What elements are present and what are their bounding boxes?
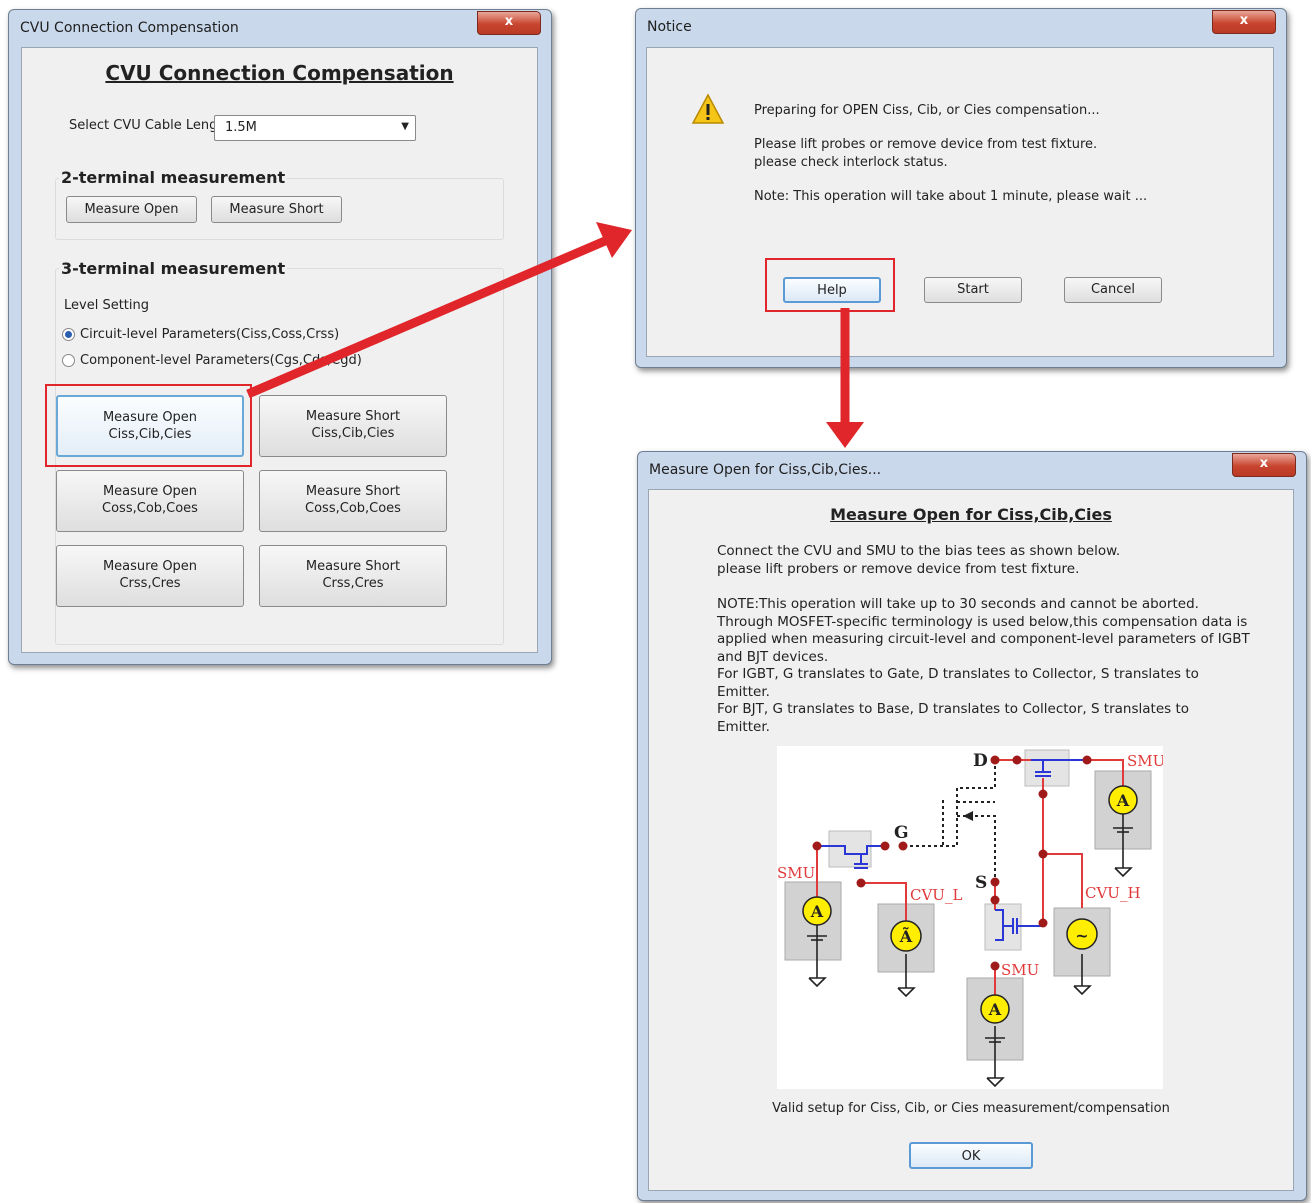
note-line: For BJT, G translates to Base, D transla… [717, 701, 1190, 717]
notice-window: Notice x Preparing for OPEN Ciss, Cib, o… [635, 8, 1287, 368]
highlight-open-ciss [45, 384, 252, 467]
two-terminal-header: 2-terminal measurement [59, 168, 288, 187]
measure-short-ciss-button[interactable]: Measure Short Ciss,Cib,Cies [259, 395, 447, 457]
cancel-button[interactable]: Cancel [1064, 277, 1162, 303]
instructions-paragraph: Connect the CVU and SMU to the bias tees… [717, 543, 1120, 578]
ammeter-label: A [988, 1000, 1002, 1019]
window-title: Measure Open for Ciss,Cib,Cies... [649, 462, 882, 478]
cable-length-label: Select CVU Cable Length [69, 118, 231, 133]
radio-component-level[interactable]: Component-level Parameters(Cgs,Cds,Cgd) [62, 353, 362, 368]
start-button[interactable]: Start [924, 277, 1022, 303]
ac-source-label: ~ [1075, 926, 1088, 945]
button-line-1: Measure Short [305, 559, 401, 574]
cable-length-select[interactable]: 1.5M ▼ [214, 115, 416, 141]
notice-line-3: please check interlock status. [754, 155, 948, 170]
measure-open-button[interactable]: Measure Open [66, 196, 197, 223]
instruction-line: please lift probers or remove device fro… [717, 560, 1080, 577]
notice-line-2: Please lift probes or remove device from… [754, 137, 1098, 152]
window-client: Measure Open for Ciss,Cib,Cies Connect t… [648, 489, 1294, 1191]
measure-short-crss-button[interactable]: Measure Short Crss,Cres [259, 545, 447, 607]
circuit-diagram: A A Ã ~ A D G S SMU SMU CVU_L CVU_H SMU [777, 746, 1165, 1089]
measure-open-coss-button[interactable]: Measure Open Coss,Cob,Coes [56, 470, 244, 532]
measure-open-crss-button[interactable]: Measure Open Crss,Cres [56, 545, 244, 607]
chevron-down-icon: ▼ [401, 121, 409, 132]
close-button[interactable]: x [477, 11, 541, 35]
dialog-heading: Measure Open for Ciss,Cib,Cies [830, 505, 1112, 524]
measure-short-button[interactable]: Measure Short [211, 196, 342, 223]
ok-button[interactable]: OK [909, 1142, 1033, 1169]
title-bar[interactable]: Measure Open for Ciss,Cib,Cies... x [638, 452, 1306, 488]
ammeter-label: A [810, 902, 824, 921]
page-title: CVU Connection Compensation [105, 61, 454, 85]
radio-unselected-icon [62, 354, 75, 367]
window-client: Preparing for OPEN Ciss, Cib, or Cies co… [646, 47, 1274, 357]
smu-label: SMU [1001, 961, 1039, 979]
window-title: Notice [647, 19, 692, 35]
note-line: NOTE:This operation will take up to 30 s… [717, 596, 1199, 612]
measure-short-coss-button[interactable]: Measure Short Coss,Cob,Coes [259, 470, 447, 532]
radio-selected-icon [62, 328, 75, 341]
ac-meter-label: Ã [899, 925, 913, 946]
diagram-caption: Valid setup for Ciss, Cib, or Cies measu… [772, 1101, 1170, 1116]
cvu-l-label: CVU_L [910, 886, 962, 904]
note-line: applied when measuring circuit-level and… [717, 631, 1250, 647]
radio-circuit-level[interactable]: Circuit-level Parameters(Ciss,Coss,Crss) [62, 327, 339, 342]
radio-circuit-level-label: Circuit-level Parameters(Ciss,Coss,Crss) [80, 327, 340, 342]
button-line-1: Measure Open [102, 559, 198, 574]
button-line-2: Coss,Cob,Coes [102, 501, 198, 516]
highlight-help [765, 258, 895, 312]
button-line-1: Measure Short [305, 409, 401, 424]
title-bar[interactable]: Notice x [636, 9, 1286, 45]
note-line: Emitter. [717, 718, 770, 735]
window-client: CVU Connection Compensation Select CVU C… [21, 47, 538, 653]
button-line-2: Crss,Cres [322, 576, 384, 591]
window-title: CVU Connection Compensation [20, 20, 239, 36]
drain-label: D [973, 751, 988, 771]
source-label: S [975, 873, 987, 893]
button-line-2: Ciss,Cib,Cies [311, 426, 395, 441]
gate-label: G [894, 823, 909, 843]
cable-length-value: 1.5M [225, 120, 257, 135]
note-line: For IGBT, G translates to Gate, D transl… [717, 666, 1199, 682]
measure-open-window: Measure Open for Ciss,Cib,Cies... x Meas… [637, 451, 1307, 1201]
level-setting-label: Level Setting [64, 298, 149, 313]
notice-line-4: Note: This operation will take about 1 m… [754, 189, 1148, 204]
button-line-2: Coss,Cob,Coes [305, 501, 401, 516]
title-bar[interactable]: CVU Connection Compensation x [9, 10, 551, 46]
instruction-line: Connect the CVU and SMU to the bias tees… [717, 543, 1121, 559]
ammeter-label: A [1116, 791, 1130, 810]
note-line: Through MOSFET-specific terminology is u… [717, 613, 1248, 630]
note-line: and BJT devices. [717, 648, 829, 665]
close-button[interactable]: x [1232, 453, 1296, 477]
notice-line-1: Preparing for OPEN Ciss, Cib, or Cies co… [754, 103, 1100, 118]
button-line-2: Crss,Cres [119, 576, 181, 591]
warning-icon [691, 93, 725, 125]
note-line: Emitter. [717, 683, 770, 700]
three-terminal-header: 3-terminal measurement [59, 259, 288, 278]
button-line-1: Measure Short [305, 484, 401, 499]
close-button[interactable]: x [1212, 10, 1276, 34]
smu-label: SMU [1127, 752, 1163, 770]
smu-label: SMU [777, 864, 815, 882]
cvu-compensation-window: CVU Connection Compensation x CVU Connec… [8, 9, 552, 665]
note-paragraph: NOTE:This operation will take up to 30 s… [717, 596, 1250, 736]
cvu-h-label: CVU_H [1085, 884, 1141, 902]
button-line-1: Measure Open [102, 484, 198, 499]
radio-component-level-label: Component-level Parameters(Cgs,Cds,Cgd) [80, 353, 362, 368]
